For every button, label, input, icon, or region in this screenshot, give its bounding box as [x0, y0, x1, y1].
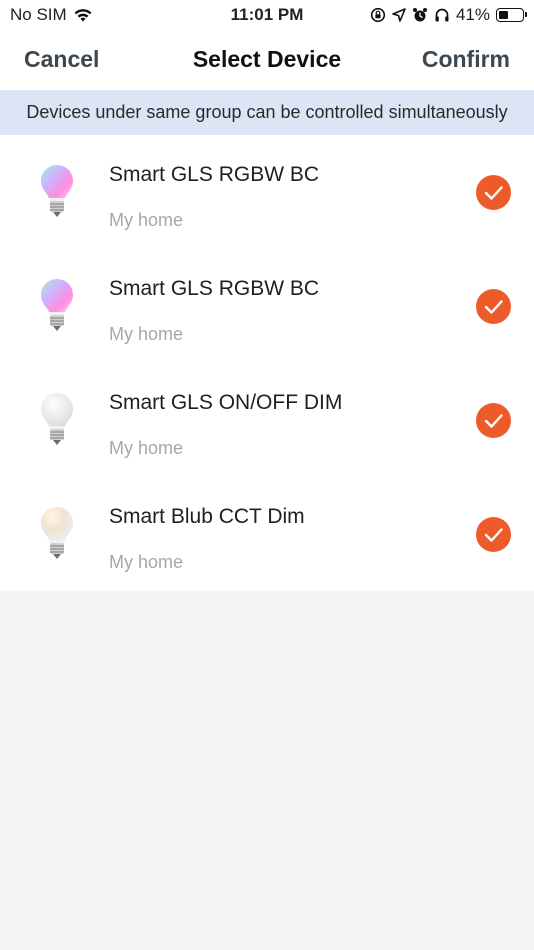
- device-row[interactable]: Smart GLS RGBW BC My home: [0, 135, 534, 249]
- selected-check-icon[interactable]: [476, 175, 511, 210]
- device-row[interactable]: Smart Blub CCT Dim My home: [0, 477, 534, 591]
- device-name: Smart GLS ON/OFF DIM: [109, 391, 343, 414]
- status-bar: No SIM 11:01 PM 41%: [0, 0, 534, 32]
- nav-bar: Cancel Select Device Confirm: [0, 32, 534, 90]
- device-location: My home: [109, 438, 184, 458]
- selected-check-icon[interactable]: [476, 289, 511, 324]
- device-location: My home: [109, 210, 184, 230]
- device-row[interactable]: Smart GLS ON/OFF DIM My home: [0, 363, 534, 477]
- device-location: My home: [109, 324, 184, 344]
- device-list: Smart GLS RGBW BC My home Smart GLS RGBW…: [0, 135, 534, 591]
- rgbw-bulb-icon: [38, 277, 76, 337]
- white-bulb-icon: [38, 391, 76, 451]
- confirm-button[interactable]: Confirm: [422, 46, 510, 73]
- headphones-icon: [434, 7, 450, 23]
- status-right: 41%: [370, 5, 527, 25]
- rotation-lock-icon: [370, 7, 386, 23]
- device-name: Smart GLS RGBW BC: [109, 277, 320, 300]
- battery-fill: [499, 11, 508, 19]
- device-name: Smart GLS RGBW BC: [109, 163, 320, 186]
- cct-bulb-icon: [38, 505, 76, 565]
- info-banner: Devices under same group can be controll…: [0, 90, 534, 135]
- battery-icon: [496, 8, 527, 22]
- device-location: My home: [109, 552, 184, 572]
- device-name: Smart Blub CCT Dim: [109, 505, 305, 528]
- location-arrow-icon: [392, 8, 406, 22]
- alarm-icon: [412, 7, 428, 23]
- device-row[interactable]: Smart GLS RGBW BC My home: [0, 249, 534, 363]
- cancel-button[interactable]: Cancel: [24, 46, 99, 73]
- rgbw-bulb-icon: [38, 163, 76, 223]
- battery-percent: 41%: [455, 5, 490, 24]
- selected-check-icon[interactable]: [476, 403, 511, 438]
- selected-check-icon[interactable]: [476, 517, 511, 552]
